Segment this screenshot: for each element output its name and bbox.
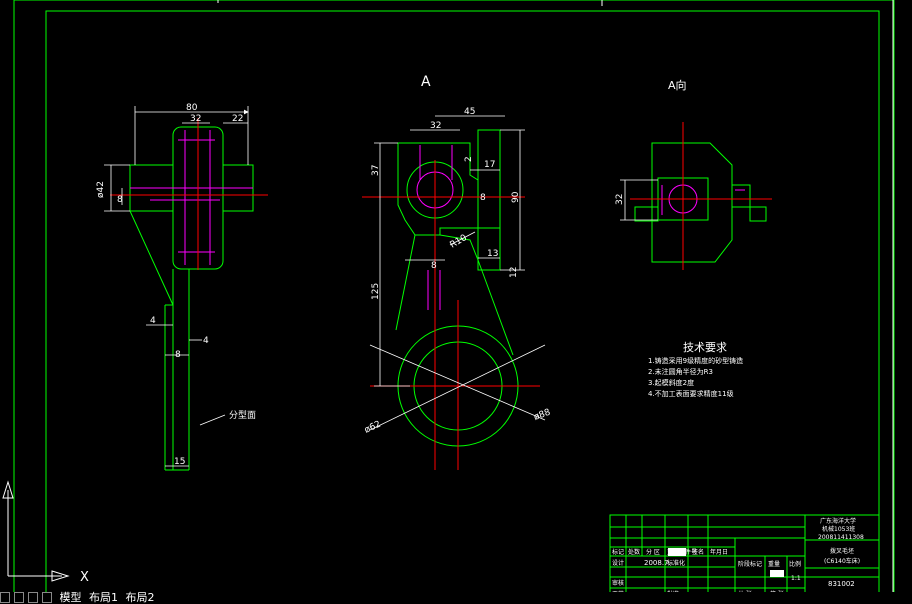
- tb-scale-value: 1:1: [791, 575, 801, 582]
- note-3: 3.起模斜度2度: [648, 378, 694, 387]
- dim-4b: 4: [203, 336, 209, 346]
- dim-37: 37: [371, 165, 381, 176]
- part-name: 拨叉毛坯: [830, 547, 854, 555]
- class-name: 机械1053班: [822, 525, 855, 533]
- dim-15: 15: [174, 457, 185, 467]
- tb-weight: 重量: [768, 560, 780, 568]
- tb-label-zone: 分 区: [646, 548, 660, 556]
- dim-13: 13: [487, 249, 498, 259]
- tab-first-button[interactable]: [0, 592, 10, 603]
- dim-2: 2: [464, 156, 474, 162]
- student-id: 200811411308: [818, 534, 864, 541]
- scroll-edge: [217, 0, 894, 592]
- title-block-text: 广东海洋大学 机械1053班 200811411308 拨叉毛坯 (C6140车…: [612, 517, 864, 598]
- tb-stage: 阶段标记: [738, 560, 762, 568]
- tb-check: 审核: [612, 579, 624, 587]
- parting-surface-label: 分型面: [229, 410, 256, 421]
- cad-drawing-canvas[interactable]: 80 32 22 ø42 8 4 4 8 15 分型面 A 45 32 37 2…: [0, 0, 912, 603]
- dim-32-mid: 32: [430, 121, 441, 131]
- note-2: 2.未注圆角半径为R3: [648, 367, 713, 376]
- tb-standard: 标准化: [667, 559, 685, 567]
- dim-8b-mid: 8: [431, 261, 437, 271]
- tb-label-sign: 签名: [692, 548, 704, 556]
- middle-view: A 45 32 37 2 17 8 90 R10 13 8 12 125 ø62…: [362, 74, 552, 470]
- tb-design: 设计: [612, 559, 624, 567]
- view-a-title: A向: [668, 78, 687, 92]
- dim-8: 8: [117, 195, 123, 205]
- note-4: 4.不加工表面要求精度11级: [648, 389, 734, 398]
- tab-layout2[interactable]: 布局2: [126, 592, 155, 603]
- dim-r10: R10: [449, 233, 470, 251]
- technical-notes: 技术要求 1.铸造采用9级精度的砂型铸造 2.未注圆角半径为R3 3.起模斜度2…: [648, 341, 743, 398]
- school-name: 广东海洋大学: [820, 517, 856, 525]
- tb-label-date: 年月日: [710, 548, 728, 556]
- ucs-x-label: X: [80, 570, 89, 585]
- drawing-frame: [13, 0, 895, 603]
- dim-32: 32: [190, 114, 201, 124]
- right-view: A向 32: [615, 78, 772, 270]
- dim-45: 45: [464, 107, 475, 117]
- dim-32-right: 32: [615, 194, 625, 205]
- drawing-number: 831002: [828, 580, 855, 588]
- tb-label-mark: 标记: [612, 548, 624, 556]
- dim-125: 125: [371, 283, 381, 300]
- tb-scale: 比例: [789, 560, 801, 568]
- dim-12: 12: [509, 267, 519, 278]
- tab-layout1[interactable]: 布局1: [89, 592, 118, 603]
- dim-17: 17: [484, 160, 495, 170]
- dim-phi88: ø88: [533, 408, 553, 423]
- tb-label-count: 处数: [628, 548, 640, 556]
- tab-prev-button[interactable]: [14, 592, 24, 603]
- tab-model[interactable]: 模型: [60, 592, 82, 603]
- left-view: 80 32 22 ø42 8 4 4 8 15 分型面: [96, 103, 268, 471]
- title-block-highlight: [668, 548, 686, 556]
- dim-22: 22: [232, 114, 243, 124]
- dim-phi62: ø62: [363, 419, 383, 435]
- dim-80: 80: [186, 103, 198, 113]
- layout-tab-bar: 模型 布局1 布局2: [0, 592, 912, 603]
- title-block-highlight-2: [770, 570, 784, 577]
- tab-last-button[interactable]: [42, 592, 52, 603]
- dim-90: 90: [511, 191, 521, 203]
- section-mark-a: A: [421, 74, 431, 90]
- tab-next-button[interactable]: [28, 592, 38, 603]
- note-1: 1.铸造采用9级精度的砂型铸造: [648, 356, 743, 365]
- dim-8b: 8: [175, 350, 181, 360]
- dim-phi42: ø42: [96, 181, 106, 198]
- notes-title: 技术要求: [683, 341, 727, 354]
- dim-4a: 4: [150, 316, 156, 326]
- dim-8-mid: 8: [480, 193, 486, 203]
- part-machine: (C6140车床): [824, 557, 860, 565]
